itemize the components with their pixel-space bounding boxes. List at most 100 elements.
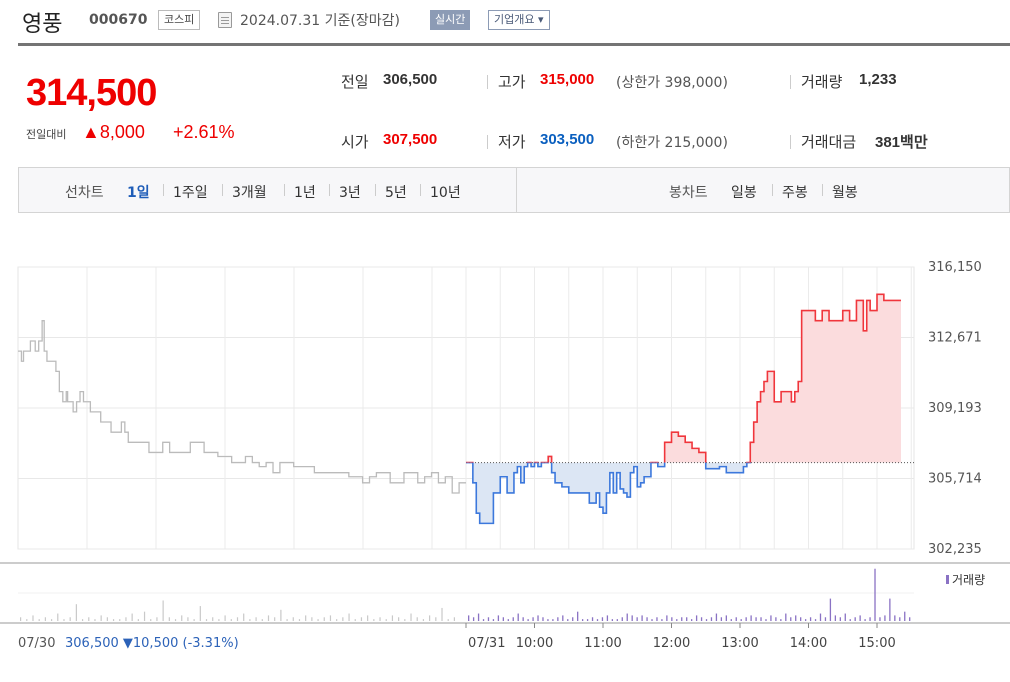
volume-bar-prev — [162, 600, 164, 621]
period-1week[interactable]: 1주일 — [173, 182, 208, 202]
intraday-chart[interactable]: 316,150 312,671 309,193 305,714 302,235 07/3… — [0, 213, 1010, 682]
volume-bar-prev — [212, 617, 214, 621]
volume-bar-today — [775, 617, 777, 621]
volume-bar-today — [552, 619, 554, 621]
volume-bar-today — [750, 615, 752, 621]
period-3year[interactable]: 3년 — [339, 182, 361, 202]
period-1day[interactable]: 1일 — [127, 182, 150, 202]
lower-limit: (하한가 215,000) — [616, 135, 728, 151]
volume-bar-today — [705, 619, 708, 621]
volume-bar-prev — [168, 617, 170, 621]
volume-bar-today — [760, 617, 762, 621]
volume-bar-today — [700, 617, 703, 621]
volume-bar-today — [889, 598, 891, 621]
candle-weekly[interactable]: 주봉 — [782, 182, 808, 202]
volume-bar-today — [909, 617, 911, 621]
stock-code: 000670 — [89, 12, 148, 28]
candle-monthly[interactable]: 월봉 — [832, 182, 858, 202]
y-axis-labels: 316,150 312,671 309,193 305,714 302,235 — [928, 260, 982, 557]
volume-bar-today — [755, 617, 757, 621]
volume-bar-today — [557, 617, 559, 621]
volume-bar-today — [591, 617, 594, 621]
volume-bar-today — [894, 615, 896, 621]
open-value: 307,500 — [383, 131, 438, 148]
change-rate: +2.61% — [173, 122, 235, 142]
volume-bar-prev — [429, 615, 431, 621]
volume-bar-today — [502, 617, 504, 621]
candle-daily[interactable]: 일봉 — [731, 182, 757, 202]
volume-bar-prev — [224, 615, 226, 621]
volume-bar-today — [720, 617, 723, 621]
volume-bar-prev — [112, 619, 115, 621]
volume-bar-today — [636, 617, 638, 621]
stock-name[interactable]: 영풍 — [22, 6, 62, 38]
prev-close-label: 전일 — [341, 73, 369, 91]
trading-value: 381백만 — [875, 134, 928, 151]
volume-bar-today — [522, 617, 524, 621]
volume-bar-prev — [243, 613, 245, 621]
volume-bar-prev — [453, 617, 456, 621]
volume-bar-prev — [218, 619, 220, 621]
volume-bar-today — [834, 615, 837, 621]
volume-legend-swatch — [946, 575, 949, 584]
volume-bar-prev — [311, 617, 313, 621]
period-1year[interactable]: 1년 — [294, 182, 316, 202]
separator — [163, 184, 164, 196]
volume-bar-today — [780, 619, 782, 621]
volume-bar-prev — [156, 617, 158, 621]
volume-bar-today — [864, 619, 866, 621]
volume-bar-today — [785, 613, 787, 621]
volume-bar-prev — [274, 617, 276, 621]
volume-bar-today — [512, 617, 514, 621]
volume-value: 1,233 — [859, 71, 897, 88]
volume-bar-today — [809, 617, 812, 621]
company-overview-button[interactable]: 기업개요 ▾ — [488, 10, 550, 30]
volume-bar-prev — [94, 619, 96, 621]
volume-bar-prev — [391, 615, 394, 621]
period-10year[interactable]: 10년 — [430, 182, 461, 202]
volume-bar-today — [730, 619, 732, 621]
document-icon — [218, 12, 232, 28]
volume-bar-prev — [181, 615, 183, 621]
period-5year[interactable]: 5년 — [385, 182, 407, 202]
prev-close-value: 306,500 — [383, 71, 438, 88]
period-3month[interactable]: 3개월 — [232, 182, 267, 202]
volume-bar-prev — [348, 613, 350, 621]
candle-chart-label: 봉차트 — [669, 185, 708, 201]
volume-bar-prev — [230, 619, 232, 621]
volume-bar-prev — [26, 619, 28, 621]
upper-limit: (상한가 398,000) — [616, 75, 728, 91]
volume-bar-today — [616, 619, 618, 621]
x-tick-label: 11:00 — [584, 636, 621, 651]
volume-bar-prev — [150, 619, 152, 621]
separator — [790, 75, 791, 89]
volume-bar-prev — [125, 617, 127, 621]
volume-bar-prev — [435, 617, 437, 621]
volume-legend: 거래량 — [952, 573, 985, 587]
low-label: 저가 — [498, 133, 526, 151]
volume-bar-today — [641, 615, 643, 621]
volume-bar-prev — [81, 619, 84, 621]
realtime-button[interactable]: 실시간 — [430, 10, 471, 30]
volume-bar-today — [656, 617, 658, 621]
x-tick-label: 12:00 — [653, 636, 690, 651]
volume-bar-today — [686, 617, 688, 621]
volume-bar-today — [537, 615, 539, 621]
volume-bar-prev — [131, 613, 133, 621]
volume-bar-prev — [441, 607, 443, 621]
volume-bar-today — [646, 617, 648, 621]
volume-bar-today — [472, 617, 475, 621]
change-value: ▲8,000 — [82, 122, 145, 142]
volume-bar-prev — [174, 619, 177, 621]
volume-bar-prev — [255, 617, 257, 621]
chart-svg[interactable]: 316,150 312,671 309,193 305,714 302,235 07/3… — [0, 213, 1010, 682]
volume-bar-prev — [75, 604, 77, 621]
volume-bar-today — [567, 619, 569, 621]
volume-bar-prev — [32, 615, 34, 621]
volume-bar-prev — [187, 617, 189, 621]
volume-bar-prev — [323, 617, 325, 621]
volume-bar-today — [651, 619, 653, 621]
volume-bar-today — [671, 617, 673, 621]
volume-bar-today — [874, 568, 876, 621]
volume-bar-prev — [416, 617, 418, 621]
